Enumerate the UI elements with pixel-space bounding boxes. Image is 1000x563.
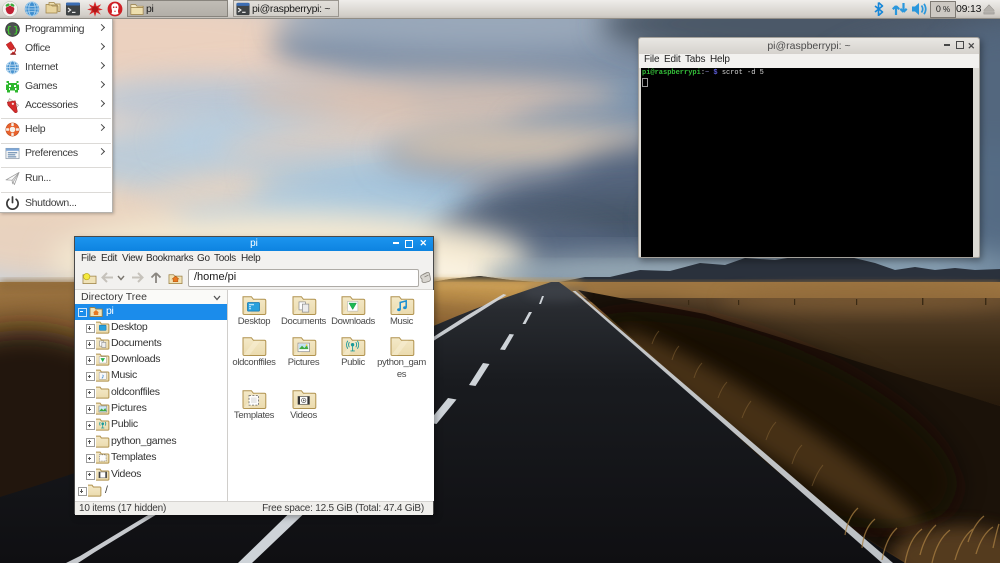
- svg-text:{ }: { }: [6, 26, 18, 36]
- svg-text:♪: ♪: [101, 372, 104, 381]
